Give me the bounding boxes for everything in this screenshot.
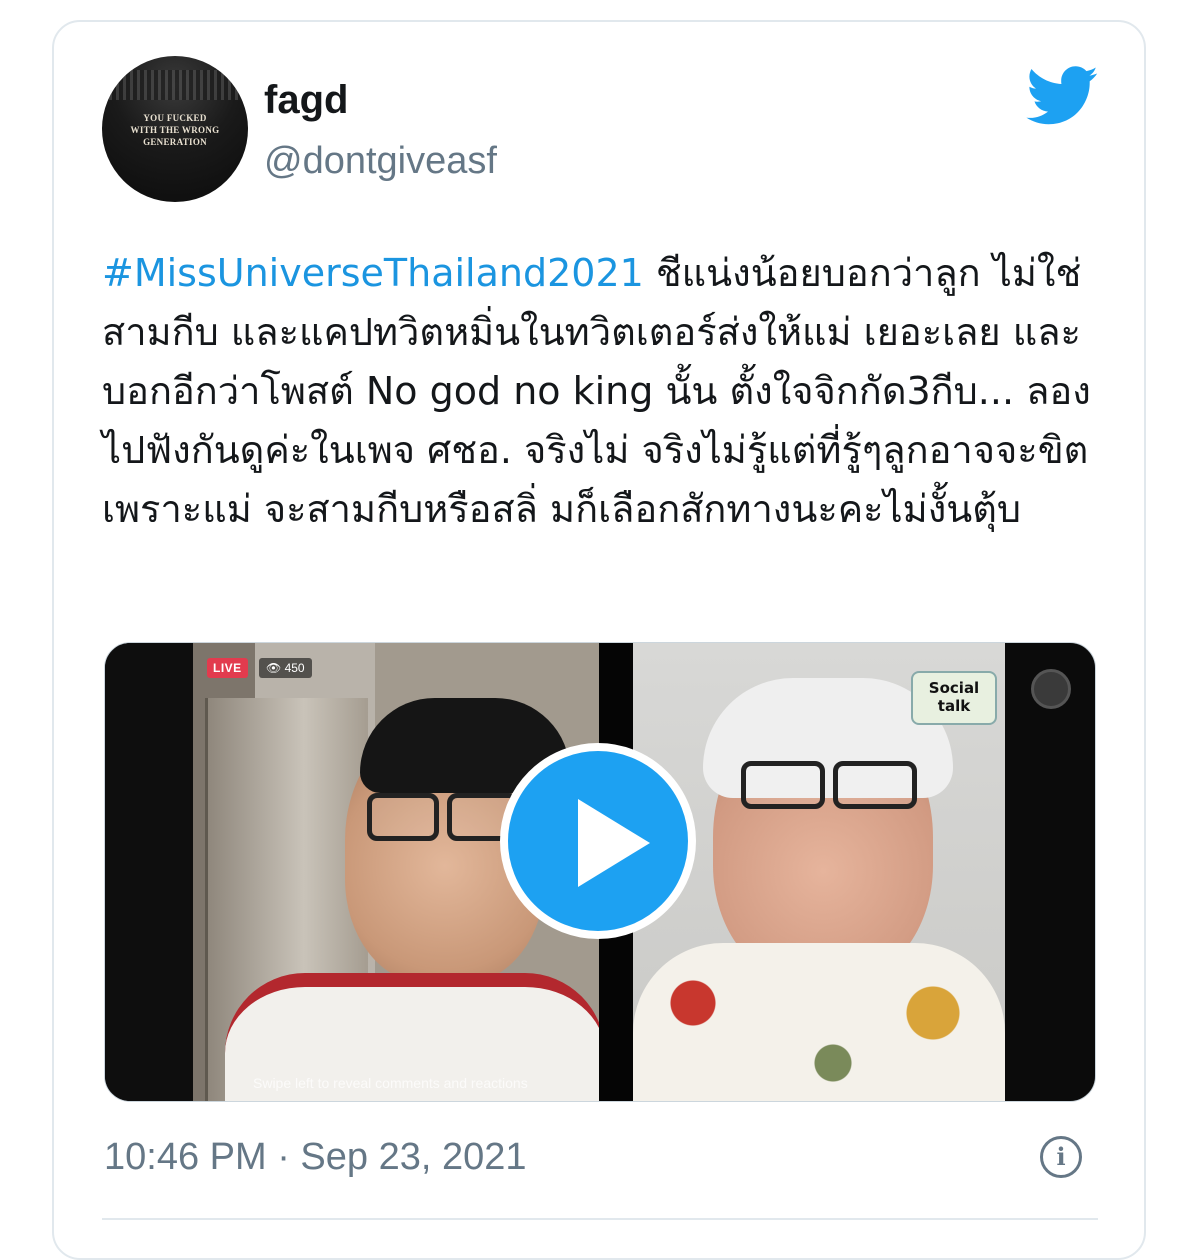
video-player[interactable]: LIVE 👁 450 Social talk Swipe left to rev… [104, 642, 1096, 1102]
live-badge: LIVE [207, 658, 248, 678]
hashtag-link[interactable]: #MissUniverseThailand2021 [102, 251, 644, 295]
info-icon[interactable]: i [1040, 1136, 1082, 1178]
video-overlay-caption: Swipe left to reveal comments and reacti… [253, 1075, 528, 1091]
person-right-glasses-right [833, 761, 917, 809]
author-handle[interactable]: @dontgiveasf [264, 140, 497, 183]
twitter-bird-icon[interactable] [1026, 66, 1100, 126]
person-left-glasses-left [367, 793, 439, 841]
author-display-name[interactable]: fagd [264, 78, 348, 123]
play-button[interactable] [500, 743, 696, 939]
tweet-text: #MissUniverseThailand2021 ชีแน่งน้อยบอกว… [102, 244, 1112, 539]
divider [102, 1218, 1098, 1220]
person-right-glasses-left [741, 761, 825, 809]
tweet-timestamp[interactable]: 10:46 PM · Sep 23, 2021 [104, 1136, 527, 1179]
tweet-card: YOU FUCKED WITH THE WRONG GENERATION fag… [52, 20, 1146, 1260]
video-right-blackbar [1005, 643, 1095, 1101]
record-indicator-icon [1031, 669, 1071, 709]
play-icon [578, 799, 650, 887]
avatar[interactable]: YOU FUCKED WITH THE WRONG GENERATION [102, 56, 248, 202]
avatar-text: YOU FUCKED WITH THE WRONG GENERATION [130, 113, 220, 147]
viewers-count: 👁 450 [259, 658, 312, 678]
video-right-pane [633, 643, 1095, 1101]
avatar-crowd-image [102, 70, 248, 100]
person-right-shirt [633, 943, 1005, 1101]
social-talk-logo: Social talk [911, 671, 997, 725]
